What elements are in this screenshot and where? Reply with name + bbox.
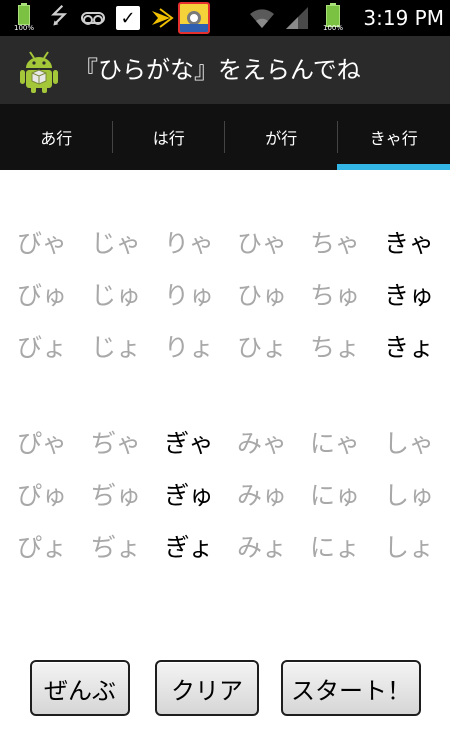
- kana-toggle-びょ[interactable]: びょ: [7, 322, 77, 374]
- kana-toggle-しょ[interactable]: しょ: [374, 522, 444, 574]
- kana-toggle-ちょ[interactable]: ちょ: [300, 322, 370, 374]
- kana-toggle-ぎょ[interactable]: ぎょ: [154, 522, 224, 574]
- tab-kya-row[interactable]: きゃ行: [338, 104, 450, 170]
- battery-icon: 100%: [318, 3, 348, 33]
- kana-row: ぴゅ ぢゅ ぎゅ みゅ にゅ しゅ: [0, 470, 450, 522]
- kana-toggle-りゃ[interactable]: りゃ: [154, 218, 224, 270]
- kana-toggle-じゅ[interactable]: じゅ: [81, 270, 151, 322]
- sprint-icon: [148, 3, 176, 33]
- kana-toggle-びゃ[interactable]: びゃ: [7, 218, 77, 270]
- kana-toggle-きゃ[interactable]: きゃ: [374, 218, 444, 270]
- tab-label: が行: [265, 129, 298, 148]
- tab-ga-row[interactable]: が行: [225, 104, 338, 170]
- kana-toggle-しゅ[interactable]: しゅ: [374, 470, 444, 522]
- kana-toggle-ぢょ[interactable]: ぢょ: [81, 522, 151, 574]
- kana-toggle-みゃ[interactable]: みゃ: [227, 418, 297, 470]
- kana-toggle-ひゃ[interactable]: ひゃ: [227, 218, 297, 270]
- kana-toggle-ちゅ[interactable]: ちゅ: [300, 270, 370, 322]
- kana-toggle-びゅ[interactable]: びゅ: [7, 270, 77, 322]
- usb-icon: ⭍: [49, 4, 69, 29]
- clear-button[interactable]: クリア: [155, 660, 259, 716]
- signal-icon: [282, 3, 312, 33]
- wifi-icon: [246, 3, 278, 33]
- tab-ha-row[interactable]: は行: [113, 104, 225, 170]
- kana-toggle-ちゃ[interactable]: ちゃ: [300, 218, 370, 270]
- kana-toggle-ぢゅ[interactable]: ぢゅ: [81, 470, 151, 522]
- kana-toggle-みょ[interactable]: みょ: [227, 522, 297, 574]
- status-bar: 100% ⭍ ✓ 100% 3:19 PM: [0, 0, 450, 36]
- kana-toggle-にょ[interactable]: にょ: [300, 522, 370, 574]
- kana-toggle-しゃ[interactable]: しゃ: [374, 418, 444, 470]
- start-button[interactable]: スタート！: [281, 660, 421, 716]
- kana-toggle-ぎゃ[interactable]: ぎゃ: [154, 418, 224, 470]
- status-clock: 3:19 PM: [363, 6, 444, 30]
- kana-toggle-きゅ[interactable]: きゅ: [374, 270, 444, 322]
- kana-toggle-きょ[interactable]: きょ: [374, 322, 444, 374]
- kana-toggle-ぢゃ[interactable]: ぢゃ: [81, 418, 151, 470]
- android-app-icon[interactable]: [16, 48, 62, 94]
- tab-label: きゃ行: [369, 129, 418, 148]
- app-title: 『ひらがな』をえらんでね: [74, 56, 361, 84]
- action-bar: 『ひらがな』をえらんでね: [0, 36, 450, 104]
- kana-row: びょ じょ りょ ひょ ちょ きょ: [0, 322, 450, 374]
- kana-toggle-にゃ[interactable]: にゃ: [300, 418, 370, 470]
- kana-toggle-ぴゅ[interactable]: ぴゅ: [7, 470, 77, 522]
- kana-toggle-ひゅ[interactable]: ひゅ: [227, 270, 297, 322]
- kana-toggle-ぴゃ[interactable]: ぴゃ: [7, 418, 77, 470]
- tab-label: は行: [152, 129, 185, 148]
- kana-row: びゅ じゅ りゅ ひゅ ちゅ きゅ: [0, 270, 450, 322]
- kana-toggle-みゅ[interactable]: みゅ: [227, 470, 297, 522]
- kana-toggle-にゅ[interactable]: にゅ: [300, 470, 370, 522]
- kana-row: びゃ じゃ りゃ ひゃ ちゃ きゃ: [0, 218, 450, 270]
- kana-row: ぴょ ぢょ ぎょ みょ にょ しょ: [0, 522, 450, 574]
- battery-percent-label: 100%: [13, 24, 34, 32]
- tab-label: あ行: [40, 129, 73, 148]
- tab-bar: あ行 は行 が行 きゃ行: [0, 104, 450, 170]
- kana-toggle-ぴょ[interactable]: ぴょ: [7, 522, 77, 574]
- tab-a-row[interactable]: あ行: [0, 104, 113, 170]
- battery-icon: 100%: [12, 3, 36, 33]
- kana-row: ぴゃ ぢゃ ぎゃ みゃ にゃ しゃ: [0, 418, 450, 470]
- kana-toggle-ぎゅ[interactable]: ぎゅ: [154, 470, 224, 522]
- minion-app-icon: [178, 2, 210, 34]
- voicemail-icon: [78, 3, 108, 33]
- kana-toggle-りょ[interactable]: りょ: [154, 322, 224, 374]
- selected-tab-indicator: [337, 164, 450, 170]
- kana-toggle-じょ[interactable]: じょ: [81, 322, 151, 374]
- kana-toggle-ひょ[interactable]: ひょ: [227, 322, 297, 374]
- select-all-button[interactable]: ぜんぶ: [30, 660, 130, 716]
- battery-percent-label: 100%: [322, 24, 343, 32]
- check-bag-icon: ✓: [114, 3, 142, 33]
- kana-toggle-じゃ[interactable]: じゃ: [81, 218, 151, 270]
- kana-toggle-りゅ[interactable]: りゅ: [154, 270, 224, 322]
